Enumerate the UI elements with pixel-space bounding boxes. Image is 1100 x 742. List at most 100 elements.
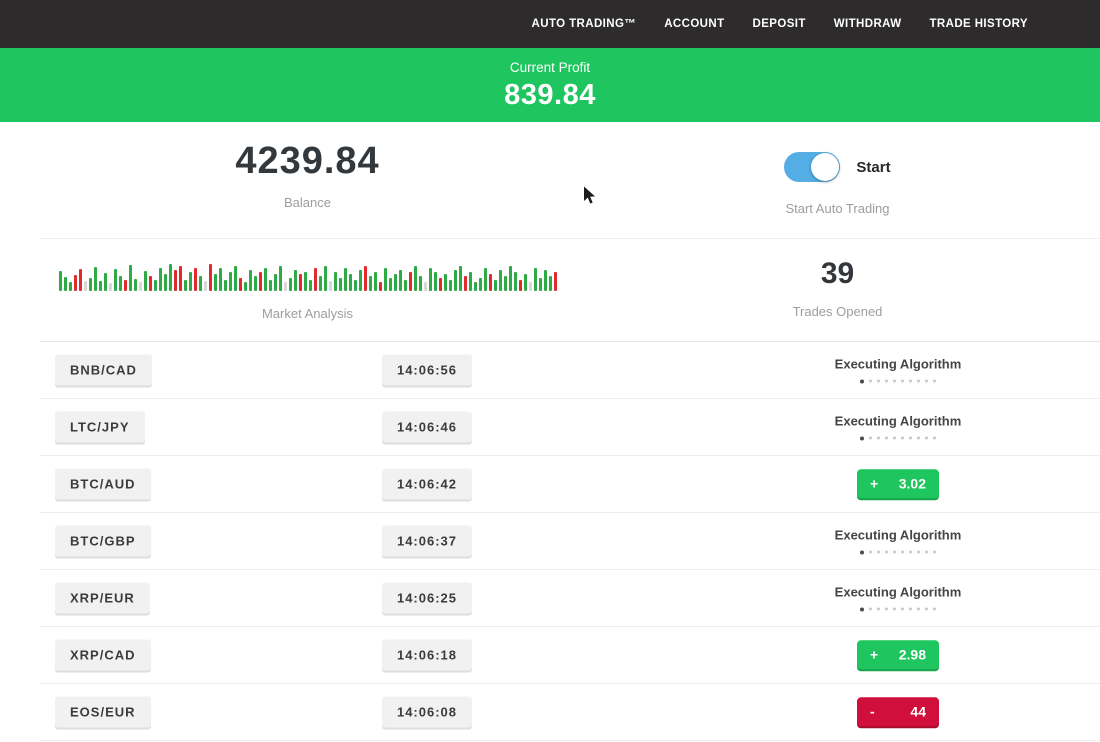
pair-cell: BTC/GBP [55,526,151,557]
balance-block: 4239.84 Balance [40,122,575,238]
status-cell: Executing Algorithm [698,528,1098,555]
loading-dot [877,608,880,611]
loading-dot [917,437,920,440]
pair-cell: EOS/EUR [55,697,151,728]
chart-bar [549,276,552,291]
loading-dot [933,551,936,554]
loading-dot [869,380,872,383]
chart-bar [94,267,97,291]
status-cell: Executing Algorithm [698,585,1098,612]
loading-dot [860,436,864,440]
loading-dot [917,380,920,383]
auto-trading-toggle[interactable] [784,152,840,182]
chart-bar [199,276,202,291]
loading-dot [909,380,912,383]
loading-dots [860,550,936,555]
chart-bar [429,268,432,291]
chart-bar [134,279,137,291]
result-sign: + [870,476,878,491]
loading-dot [893,551,896,554]
overview-bottom-section: Market Analysis 39 Trades Opened [40,239,1100,341]
chart-bar [274,274,277,291]
chart-bar [304,272,307,291]
result-badge: +2.98 [857,640,939,669]
chart-bar [554,272,557,291]
chart-bar [524,274,527,291]
status-cell: Executing Algorithm [698,414,1098,441]
chart-bar [519,280,522,291]
chart-bar [334,272,337,291]
time-badge: 14:06:37 [382,526,472,557]
nav-item[interactable]: AUTO TRADING™ [532,18,637,30]
time-badge: 14:06:25 [382,583,472,614]
loading-dot [925,437,928,440]
chart-bar [69,282,72,291]
nav-item[interactable]: ACCOUNT [664,18,724,30]
loading-dot [869,437,872,440]
trade-row: XRP/CAD14:06:18+2.98 [40,627,1100,684]
nav-item[interactable]: WITHDRAW [834,18,902,30]
time-cell: 14:06:08 [352,697,502,728]
trade-row: LTC/JPY 14:06:46 Executing Algorithm [40,399,1100,456]
overview-top-section: 4239.84 Balance Start Start Auto Trading [40,122,1100,238]
loading-dot [877,380,880,383]
chart-bar [534,268,537,291]
chart-bar [139,282,142,291]
chart-bar [309,280,312,291]
time-badge: 14:06:18 [382,640,472,671]
chart-bar [109,283,112,291]
chart-bar [179,266,182,291]
loading-dot [925,551,928,554]
chart-bar [514,272,517,291]
chart-bar [99,281,102,291]
chart-bar [394,274,397,291]
chart-bar [539,278,542,291]
chart-bar [299,274,302,291]
chart-bar [234,266,237,291]
loading-dot [901,551,904,554]
auto-trading-block: Start Start Auto Trading [575,122,1100,238]
chart-bar [74,275,77,291]
chart-bar [279,266,282,291]
chart-bar [509,266,512,291]
chart-bar [344,268,347,291]
loading-dot [860,607,864,611]
time-badge: 14:06:46 [382,412,472,443]
loading-dot [925,380,928,383]
chart-bar [119,276,122,291]
chart-bar [264,268,267,291]
chart-bar [269,280,272,291]
chart-bar [154,280,157,291]
chart-bar [489,274,492,291]
chart-bar [419,276,422,291]
chart-bar [239,278,242,291]
chart-bar [294,270,297,291]
chart-bar [259,272,262,291]
pair-badge: BNB/CAD [55,355,152,386]
chart-bar [444,274,447,291]
chart-bar [469,272,472,291]
loading-dot [893,608,896,611]
pair-cell: LTC/JPY [55,412,145,443]
trades-table: BNB/CAD14:06:56Executing AlgorithmLTC/JP… [40,341,1100,741]
chart-bar [89,278,92,291]
chart-bar [364,266,367,291]
result-value: 44 [910,704,926,719]
loading-dot [893,437,896,440]
time-badge: 14:06:56 [382,355,472,386]
trade-row: BNB/CAD14:06:56Executing Algorithm [40,342,1100,399]
chart-bar [499,270,502,291]
trade-row: XRP/EUR14:06:25Executing Algorithm [40,570,1100,627]
chart-bar [504,276,507,291]
trade-row: BTC/GBP 14:06:37 Executing Algorithm [40,513,1100,570]
nav-item[interactable]: DEPOSIT [753,18,806,30]
trades-opened-block: 39 Trades Opened [575,239,1100,341]
nav-item[interactable]: TRADE HISTORY [930,18,1029,30]
status-cell: -44 [698,697,1098,726]
chart-bar [284,282,287,291]
result-value: 3.02 [899,476,926,491]
loading-dot [885,437,888,440]
loading-dot [933,608,936,611]
chart-bar [174,270,177,291]
chart-bar [324,266,327,291]
